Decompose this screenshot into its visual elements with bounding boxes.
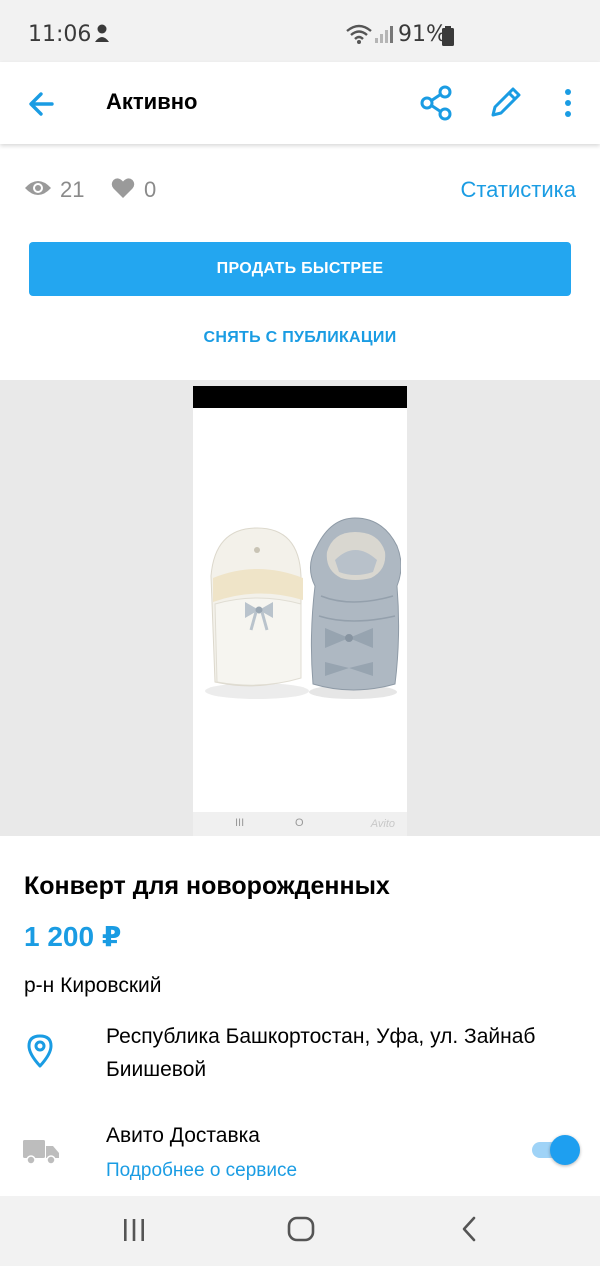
location-pin-icon bbox=[27, 1034, 53, 1068]
product-image bbox=[205, 517, 401, 699]
listing-price: 1 200 ₽ bbox=[24, 921, 122, 952]
status-time: 11:06 bbox=[28, 22, 92, 47]
delivery-title: Авито Доставка bbox=[106, 1124, 260, 1147]
status-bar: 11:06 91% bbox=[0, 0, 600, 62]
recent-apps-icon[interactable] bbox=[120, 1216, 148, 1244]
share-icon[interactable] bbox=[418, 84, 454, 122]
notification-icon bbox=[95, 24, 109, 42]
listing-photo[interactable]: III O Avito bbox=[193, 386, 407, 836]
battery-icon bbox=[442, 26, 454, 46]
stats-row: 21 0 Статистика bbox=[0, 144, 600, 234]
photo-nav-bar: III O Avito bbox=[193, 812, 407, 836]
statistics-link[interactable]: Статистика bbox=[460, 177, 576, 203]
delivery-truck-icon bbox=[23, 1140, 59, 1165]
photo-nav-home: O bbox=[295, 817, 304, 829]
battery-percent: 91% bbox=[398, 22, 447, 47]
wifi-icon bbox=[346, 24, 372, 44]
heart-icon bbox=[111, 178, 135, 198]
system-nav-bar bbox=[0, 1196, 600, 1266]
sell-faster-button[interactable]: ПРОДАТЬ БЫСТРЕЕ bbox=[29, 242, 571, 296]
toggle-thumb bbox=[550, 1135, 580, 1165]
signal-icon bbox=[375, 26, 393, 43]
page-title: Активно bbox=[106, 89, 198, 114]
likes-count: 0 bbox=[144, 177, 157, 202]
delivery-toggle[interactable] bbox=[532, 1134, 580, 1165]
listing-title: Конверт для новорожденных bbox=[24, 872, 390, 900]
listing-district: р-н Кировский bbox=[24, 974, 162, 997]
photo-gallery[interactable]: III O Avito bbox=[0, 380, 600, 836]
home-icon[interactable] bbox=[286, 1214, 316, 1244]
photo-nav-recent: III bbox=[235, 817, 245, 829]
edit-pencil-icon[interactable] bbox=[488, 84, 524, 122]
avito-watermark: Avito bbox=[370, 818, 395, 830]
back-chevron-icon[interactable] bbox=[456, 1214, 484, 1244]
more-vertical-icon[interactable] bbox=[556, 84, 580, 122]
views-count: 21 bbox=[60, 177, 85, 202]
listing-address: Республика Башкортостан, Уфа, ул. Зайнаб… bbox=[106, 1025, 536, 1081]
delivery-details-link[interactable]: Подробнее о сервисе bbox=[106, 1160, 297, 1182]
app-bar: Активно bbox=[0, 62, 600, 144]
back-arrow-icon[interactable] bbox=[22, 84, 62, 124]
unpublish-button[interactable]: СНЯТЬ С ПУБЛИКАЦИИ bbox=[0, 318, 600, 358]
eye-icon bbox=[25, 181, 51, 195]
photo-status-bar bbox=[193, 386, 407, 408]
